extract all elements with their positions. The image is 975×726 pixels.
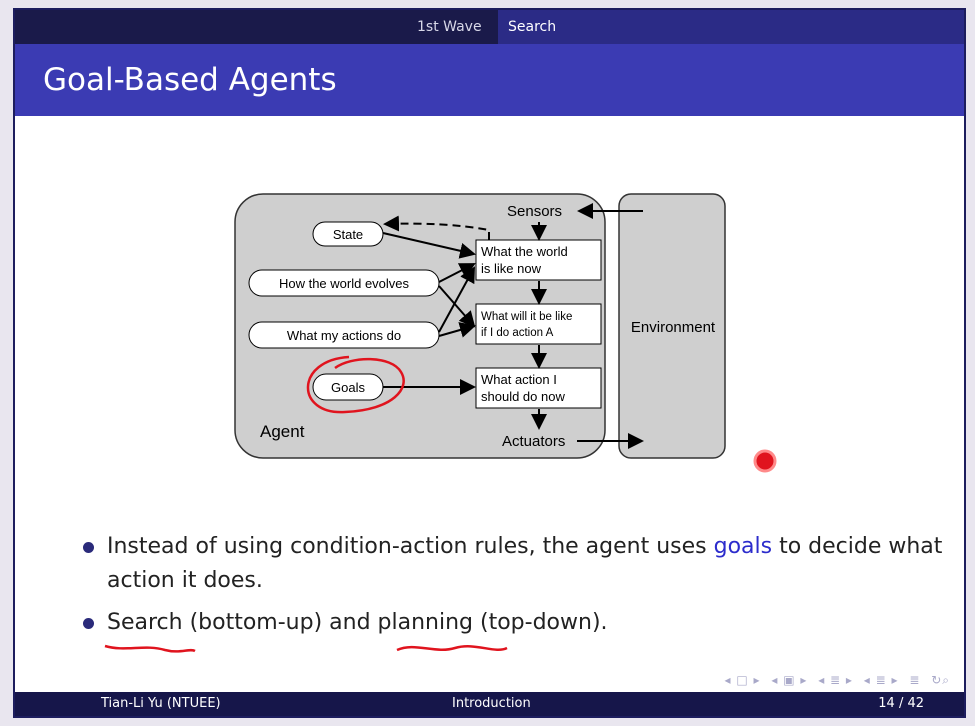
planning-term: planning — [377, 610, 474, 635]
bullet1-text-pre: Instead of using condition-action rules,… — [107, 534, 714, 559]
footer-author: Tian-Li Yu (NTUEE) — [101, 696, 221, 711]
bullet2-text-mid: (bottom-up) and — [182, 610, 378, 635]
goals-label: Goals — [331, 380, 365, 395]
goals-link[interactable]: goals — [714, 534, 772, 559]
beamer-navigation: ◂ □ ▸ ◂ ▣ ▸ ◂ ≣ ▸ ◂ ≣ ▸ ≣ ↻⌕ — [719, 673, 950, 688]
nav-frame-icon[interactable]: ◂ □ ▸ — [725, 673, 761, 687]
bullet-item: Instead of using condition-action rules,… — [77, 530, 947, 598]
world-now-line1: What the world — [481, 244, 568, 259]
world-evolves-label: How the world evolves — [279, 276, 410, 291]
nav-search-icon[interactable]: ≣ — [909, 673, 920, 687]
bullet2-text-post: (top-down). — [473, 610, 608, 635]
sensors-label: Sensors — [507, 203, 562, 220]
nav-subsection-icon[interactable]: ◂ ▣ ▸ — [771, 673, 807, 687]
what-if-line1: What will it be like — [481, 311, 572, 323]
my-actions-label: What my actions do — [287, 328, 401, 343]
world-now-line2: is like now — [481, 261, 542, 276]
what-if-line2: if I do action A — [481, 327, 554, 339]
bullet-item: Search (bottom-up) and planning (top-dow… — [77, 606, 947, 640]
nav-toc-icon[interactable]: ◂ ≣ ▸ — [864, 673, 899, 687]
nav-zoom-icon[interactable]: ↻⌕ — [931, 673, 950, 687]
slide-frame: 1st Wave Search Goal-Based Agents Enviro… — [13, 8, 966, 718]
what-action-line1: What action I — [481, 372, 557, 387]
footer-page: 14 / 42 — [878, 696, 924, 711]
what-action-line2: should do now — [481, 389, 565, 404]
environment-label: Environment — [631, 319, 716, 336]
nav-section-icon[interactable]: ◂ ≣ ▸ — [818, 673, 853, 687]
actuators-label: Actuators — [502, 433, 565, 450]
bullet-dot-icon — [83, 542, 94, 553]
bullet-dot-icon — [83, 618, 94, 629]
state-label: State — [333, 227, 363, 242]
laser-pointer-icon — [753, 449, 777, 473]
agent-label: Agent — [260, 422, 305, 441]
search-term: Search — [107, 610, 183, 635]
footer-bar: Tian-Li Yu (NTUEE) Introduction 14 / 42 — [15, 692, 964, 716]
bullet-list: Instead of using condition-action rules,… — [77, 530, 947, 648]
footer-section: Introduction — [452, 696, 531, 711]
agent-diagram: Environment Agent Sensors Actuators Stat… — [234, 193, 777, 473]
